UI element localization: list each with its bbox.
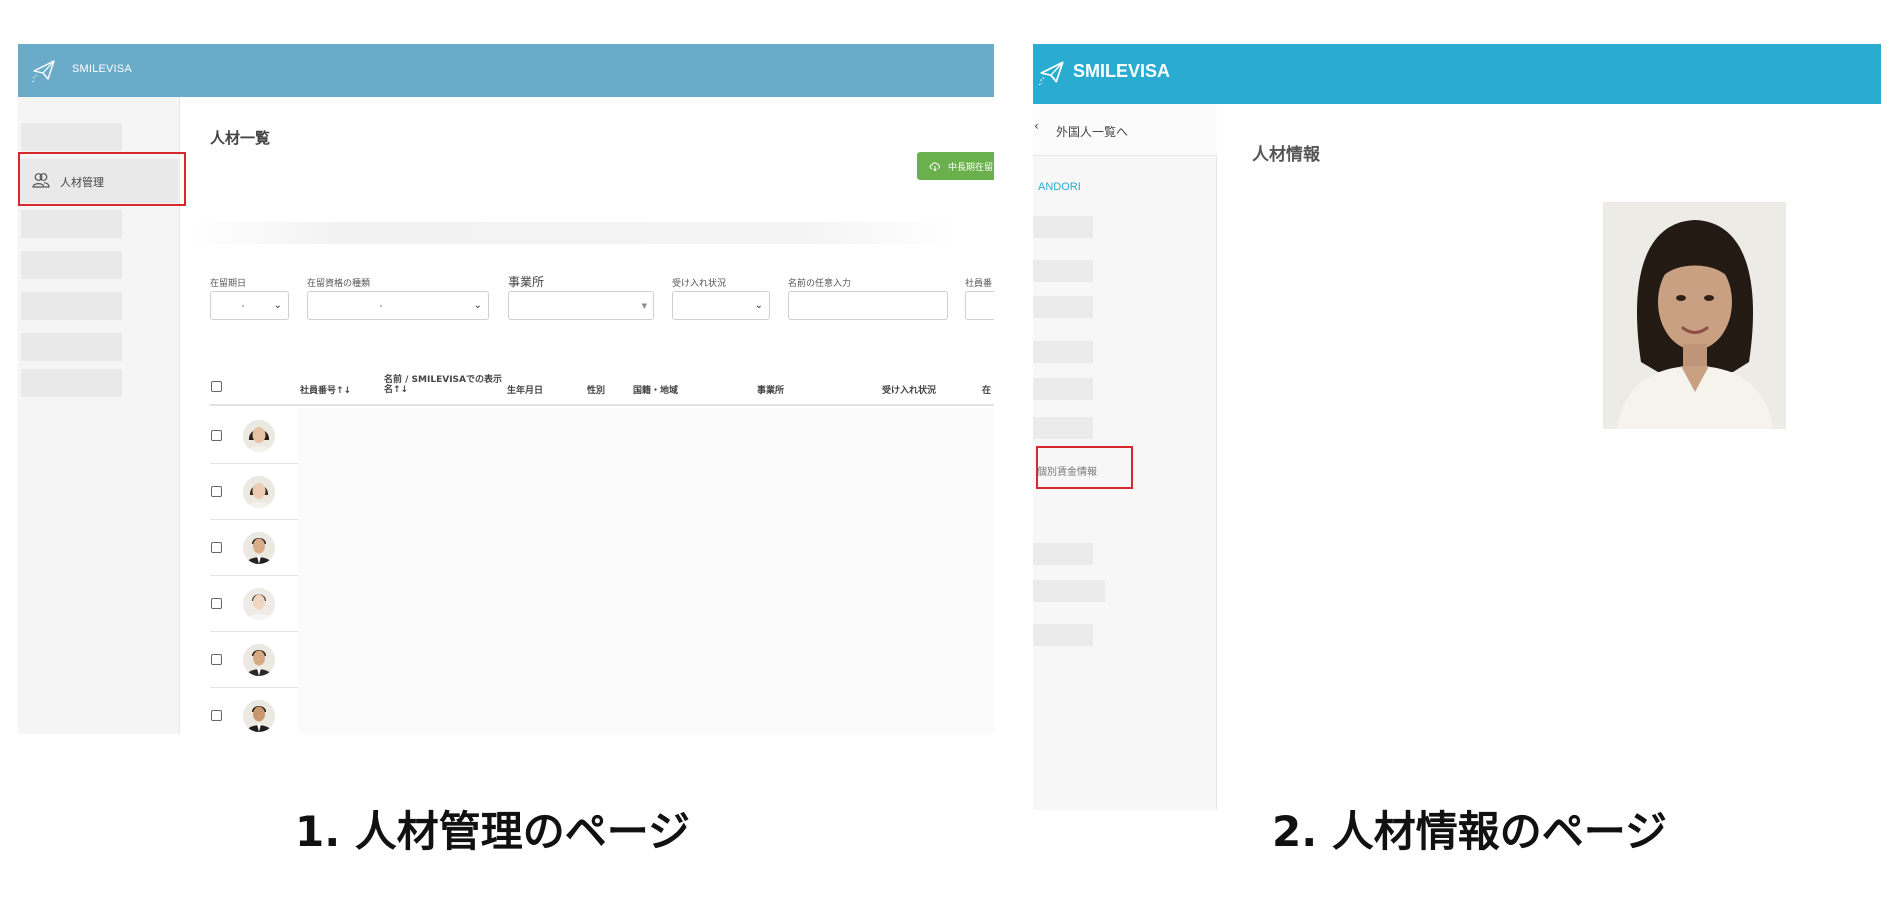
row-checkbox[interactable]	[211, 430, 222, 441]
filter-label-employee-no: 社員番	[965, 279, 993, 289]
brand-name: SMILEVISA	[72, 63, 132, 75]
column-name[interactable]: 名前 / SMILEVISAでの表示名↑↓	[384, 375, 504, 395]
caption-page-1: 1. 人材管理のページ	[295, 807, 690, 856]
column-nationality: 国籍・地域	[633, 386, 679, 396]
company-label[interactable]: ANDORI	[1038, 181, 1081, 193]
table-row[interactable]	[210, 520, 994, 576]
column-employee-no[interactable]: 社員番号↑↓	[300, 383, 351, 396]
filter-label-visa-type: 在留資格の種類	[307, 279, 371, 289]
table-row[interactable]	[210, 688, 994, 734]
sidebar-item-placeholder[interactable]	[21, 333, 122, 361]
paper-plane-icon[interactable]	[1037, 57, 1067, 87]
sidebar-item-placeholder[interactable]	[21, 369, 122, 397]
name-search-input[interactable]	[788, 291, 948, 320]
table-row[interactable]	[210, 464, 994, 520]
select-all-checkbox[interactable]	[211, 381, 222, 392]
chevron-down-icon: ⌄	[473, 300, 482, 311]
filter-label-acceptance: 受け入れ状況	[672, 279, 727, 289]
talent-management-screenshot: SMILEVISA 人材管理 人材一覧 中長期在留 在留期日 ⌄ 在留資格の種類…	[18, 44, 994, 734]
avatar	[243, 532, 275, 564]
filter-office-select[interactable]: ▼	[508, 291, 654, 320]
sidebar-item-placeholder[interactable]	[21, 210, 122, 238]
action-button[interactable]: 中長期在留	[917, 152, 994, 180]
back-link[interactable]: ‹ 外国人一覧へ	[1033, 104, 1217, 156]
table-row[interactable]	[210, 576, 994, 632]
column-acceptance: 受け入れ状況	[882, 386, 937, 396]
sidebar-item-placeholder[interactable]	[21, 292, 122, 320]
row-content	[298, 408, 994, 464]
sidebar-item-placeholder[interactable]	[1033, 341, 1093, 363]
chevron-down-icon: ⌄	[273, 300, 282, 311]
row-content	[298, 520, 994, 576]
sidebar-item-placeholder[interactable]	[1033, 378, 1093, 400]
sidebar-item-placeholder[interactable]	[1033, 216, 1093, 238]
sidebar-item-placeholder[interactable]	[1033, 417, 1093, 439]
column-birthdate: 生年月日	[507, 386, 544, 396]
caret-down-icon: ▼	[641, 302, 647, 310]
blurred-content	[188, 222, 958, 244]
caption-page-2: 2. 人材情報のページ	[1272, 807, 1667, 856]
page-title: 人材情報	[1252, 145, 1320, 165]
redacted-value	[241, 305, 244, 307]
filter-label-stay-date: 在留期日	[210, 279, 247, 289]
back-link-label: 外国人一覧へ	[1056, 125, 1129, 139]
highlight-box	[18, 152, 186, 206]
avatar	[243, 644, 275, 676]
row-checkbox[interactable]	[211, 598, 222, 609]
row-checkbox[interactable]	[211, 654, 222, 665]
avatar	[243, 700, 275, 732]
table-row[interactable]	[210, 408, 994, 464]
chevron-left-icon: ‹	[1034, 119, 1039, 133]
cloud-download-icon	[929, 162, 940, 172]
paper-plane-icon[interactable]	[30, 56, 58, 84]
sidebar-item-placeholder[interactable]	[1033, 624, 1093, 646]
profile-photo	[1603, 202, 1786, 429]
sidebar-item-placeholder[interactable]	[21, 123, 122, 151]
sidebar-item-placeholder[interactable]	[1033, 260, 1093, 282]
page-title: 人材一覧	[210, 129, 271, 147]
sidebar-item-placeholder[interactable]	[21, 251, 122, 279]
table-header: 社員番号↑↓ 名前 / SMILEVISAでの表示名↑↓ 生年月日 性別 国籍・…	[210, 366, 994, 406]
sidebar-item-placeholder[interactable]	[1033, 296, 1093, 318]
filter-stay-date-select[interactable]: ⌄	[210, 291, 289, 320]
row-content	[298, 688, 994, 734]
sidebar-item-placeholder[interactable]	[1033, 543, 1093, 565]
filter-label-office: 事業所	[508, 275, 545, 289]
action-button-label: 中長期在留	[948, 163, 994, 173]
table-row[interactable]	[210, 632, 994, 688]
app-header: SMILEVISA	[1033, 44, 1881, 104]
filter-label-name-input: 名前の任意入力	[788, 279, 852, 289]
avatar	[243, 420, 275, 452]
redacted-value	[380, 305, 382, 307]
column-status: 在	[982, 386, 992, 396]
highlight-box	[1036, 446, 1133, 489]
row-content	[298, 464, 994, 520]
row-checkbox[interactable]	[211, 710, 222, 721]
avatar	[243, 588, 275, 620]
column-office: 事業所	[757, 386, 785, 396]
employee-no-input[interactable]	[965, 291, 994, 320]
talent-info-screenshot: SMILEVISA ‹ 外国人一覧へ ANDORI 個別賃金情報 人材情報	[1033, 44, 1881, 810]
filter-acceptance-select[interactable]: ⌄	[672, 291, 770, 320]
row-checkbox[interactable]	[211, 542, 222, 553]
app-header: SMILEVISA	[18, 44, 994, 97]
avatar	[243, 476, 275, 508]
chevron-down-icon: ⌄	[754, 300, 763, 311]
stage: SMILEVISA 人材管理 人材一覧 中長期在留 在留期日 ⌄ 在留資格の種類…	[0, 0, 1897, 900]
filter-visa-type-select[interactable]: ⌄	[307, 291, 489, 320]
sidebar-item-placeholder[interactable]	[1033, 580, 1105, 602]
column-gender: 性別	[587, 386, 606, 396]
row-checkbox[interactable]	[211, 486, 222, 497]
row-content	[298, 576, 994, 632]
brand-name: SMILEVISA	[1073, 61, 1171, 81]
row-content	[298, 632, 994, 688]
